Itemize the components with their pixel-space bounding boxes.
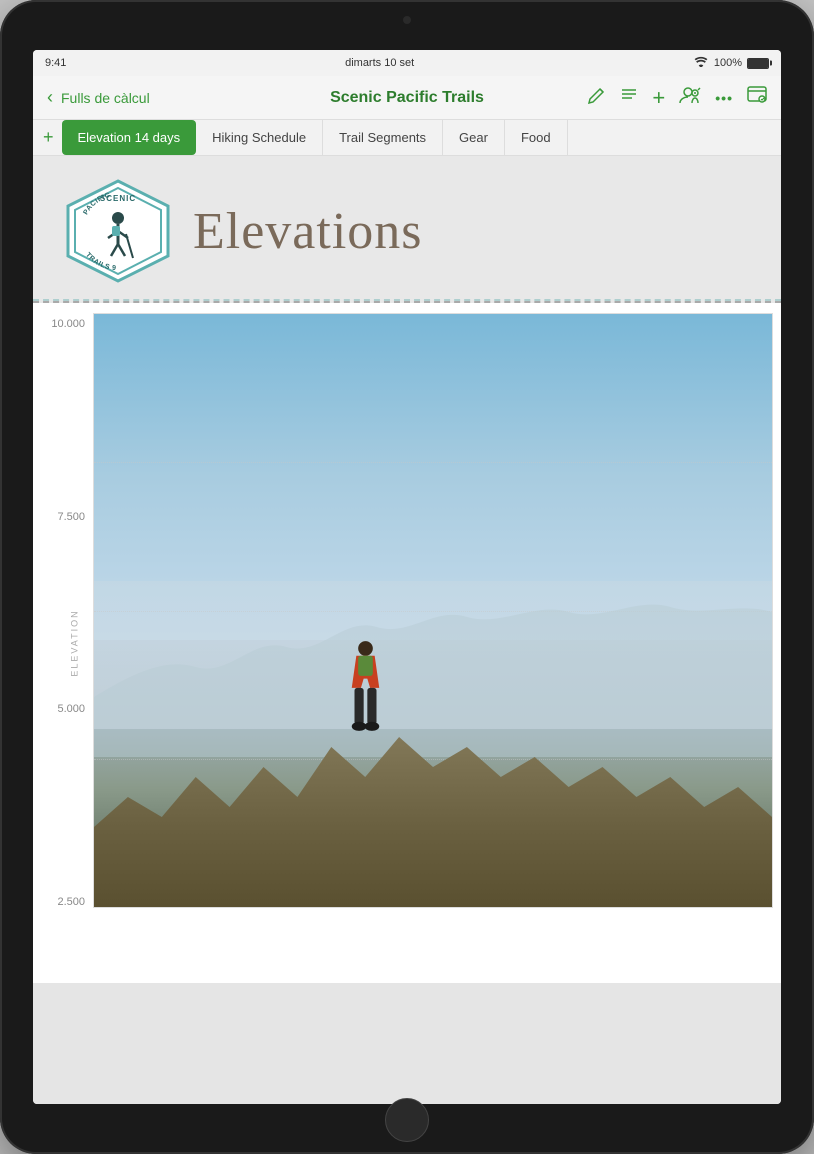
grid-line-3	[94, 759, 772, 760]
chart-area: ELEVATION 10.000 7.500 5.000 2.500	[33, 303, 781, 983]
front-camera	[403, 16, 411, 24]
status-date: dimarts 10 set	[345, 57, 414, 69]
document-title: Scenic Pacific Trails	[330, 89, 484, 107]
back-arrow-icon[interactable]: ‹	[47, 87, 53, 108]
wifi-icon	[693, 56, 709, 70]
tabs-bar: + Elevation 14 days Hiking Schedule Trai…	[33, 120, 781, 156]
hiker-silhouette	[338, 632, 393, 762]
y-label-10000: 10.000	[51, 318, 85, 330]
format-icon[interactable]	[620, 86, 638, 109]
y-label-2500: 2.500	[57, 896, 85, 908]
tab-gear[interactable]: Gear	[443, 120, 505, 155]
grid-line-1	[94, 462, 772, 463]
tab-elevation[interactable]: Elevation 14 days	[62, 120, 197, 155]
view-icon[interactable]	[747, 86, 767, 109]
collaborate-icon[interactable]	[679, 86, 701, 109]
logo-badge: SCENIC PACIFIC TRAILS 9	[63, 176, 173, 286]
status-bar: 9:41 dimarts 10 set 100%	[33, 50, 781, 76]
tab-trail-segments[interactable]: Trail Segments	[323, 120, 443, 155]
y-axis-title: ELEVATION	[70, 609, 80, 676]
sheet-content: SCENIC PACIFIC TRAILS 9 Elevations	[33, 156, 781, 1104]
dashed-divider	[33, 299, 781, 301]
sheet-header: SCENIC PACIFIC TRAILS 9 Elevations	[33, 156, 781, 303]
status-right: 100%	[693, 56, 769, 70]
pencil-icon[interactable]	[588, 86, 606, 109]
back-button[interactable]: Fulls de càlcul	[61, 90, 150, 106]
y-label-7500: 7.500	[57, 511, 85, 523]
elevation-chart-image	[93, 313, 773, 908]
elevations-title: Elevations	[193, 202, 423, 261]
tab-food[interactable]: Food	[505, 120, 568, 155]
battery-text: 100%	[714, 57, 742, 69]
toolbar: ‹ Fulls de càlcul Scenic Pacific Trails	[33, 76, 781, 120]
add-icon[interactable]: +	[652, 85, 665, 111]
toolbar-actions: + •••	[588, 85, 767, 111]
ipad-frame: 9:41 dimarts 10 set 100%	[0, 0, 814, 1154]
toolbar-left: ‹ Fulls de càlcul	[47, 87, 150, 108]
status-time: 9:41	[45, 57, 66, 69]
y-label-5000: 5.000	[57, 703, 85, 715]
screen: 9:41 dimarts 10 set 100%	[33, 50, 781, 1104]
distant-mountains-svg	[94, 557, 772, 757]
y-axis: ELEVATION 10.000 7.500 5.000 2.500	[33, 313, 93, 973]
battery-indicator	[747, 58, 769, 69]
tab-hiking[interactable]: Hiking Schedule	[196, 120, 323, 155]
add-sheet-button[interactable]: +	[35, 127, 62, 148]
more-icon[interactable]: •••	[715, 90, 733, 106]
home-button[interactable]	[385, 1098, 429, 1142]
